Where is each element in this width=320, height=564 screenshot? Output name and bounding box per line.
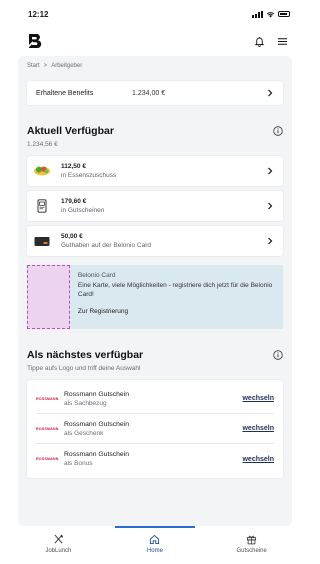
tab-joblunch[interactable]: JobLunch bbox=[18, 526, 98, 554]
rossmann-logo[interactable]: ROSSMANN bbox=[36, 397, 64, 401]
list-item-text: Rossmann Gutschein als Bonus bbox=[64, 451, 242, 467]
fork-knife-icon bbox=[54, 534, 63, 544]
phone-screen: 12:12 Start > Arbeitgeber Erhaltene Bene… bbox=[10, 0, 300, 564]
list-item: ROSSMANN Rossmann Gutschein als Sachbezu… bbox=[36, 384, 274, 414]
next-title: Als nächstes verfügbar bbox=[27, 349, 283, 361]
belonio-card-promo: Belonio Card Eine Karte, viele Möglichke… bbox=[27, 265, 283, 329]
app-header bbox=[10, 28, 300, 54]
available-list: 112,50 € in Essenszuschuss 179,60 € in G… bbox=[27, 156, 283, 256]
benefits-value: 1.234,00 € bbox=[132, 89, 166, 97]
info-icon[interactable] bbox=[273, 126, 283, 136]
voucher-kind: als Sachbezug bbox=[64, 399, 107, 407]
tab-gutscheine[interactable]: Gutscheine bbox=[212, 526, 292, 554]
voucher-name: Rossmann Gutschein bbox=[64, 420, 129, 428]
chevron-right-icon bbox=[268, 89, 273, 97]
home-icon bbox=[150, 534, 160, 544]
rossmann-logo[interactable]: ROSSMANN bbox=[36, 427, 64, 431]
voucher-name: Rossmann Gutschein bbox=[64, 390, 129, 398]
voucher-phone-icon bbox=[33, 199, 51, 213]
available-amount: 50,00 € bbox=[61, 233, 83, 240]
tab-home[interactable]: Home bbox=[114, 526, 195, 554]
available-item[interactable]: 179,60 € in Gutscheinen bbox=[27, 191, 283, 221]
bottom-tab-bar: JobLunch Home Gutscheine bbox=[10, 526, 300, 564]
menu-icon[interactable] bbox=[277, 36, 288, 47]
available-item[interactable]: 112,50 € in Essenszuschuss bbox=[27, 156, 283, 186]
available-item[interactable]: 50,00 € Guthaben auf der Belonio Card bbox=[27, 226, 283, 256]
chevron-right-icon bbox=[268, 167, 273, 175]
status-bar: 12:12 bbox=[10, 0, 300, 28]
available-description: Guthaben auf der Belonio Card bbox=[61, 242, 151, 249]
available-item-text: 112,50 € in Essenszuschuss bbox=[61, 163, 266, 179]
switch-link[interactable]: wechseln bbox=[242, 425, 274, 432]
tab-label: Gutscheine bbox=[236, 548, 267, 554]
promo-title: Belonio Card bbox=[77, 272, 116, 279]
next-title-text: Als nächstes verfügbar bbox=[27, 349, 144, 361]
next-subtitle: Tippe aufs Logo und triff deine Auswahl bbox=[27, 365, 141, 372]
signal-icon bbox=[252, 10, 263, 18]
promo-image-placeholder bbox=[27, 265, 70, 329]
promo-text: Belonio Card Eine Karte, viele Möglichke… bbox=[70, 265, 283, 329]
register-link[interactable]: Zur Registrierung bbox=[78, 308, 275, 317]
available-description: in Gutscheinen bbox=[61, 207, 105, 214]
switch-link[interactable]: wechseln bbox=[242, 456, 274, 463]
salad-bowl-icon bbox=[33, 164, 51, 178]
available-amount: 112,50 € bbox=[61, 163, 86, 170]
wifi-icon bbox=[266, 11, 275, 18]
main-content: Start > Arbeitgeber Erhaltene Benefits 1… bbox=[18, 56, 292, 526]
header-actions bbox=[254, 36, 288, 47]
available-title-text: Aktuell Verfügbar bbox=[27, 125, 114, 137]
tab-label: Home bbox=[146, 548, 163, 554]
promo-body: Eine Karte, viele Möglichkeiten - regist… bbox=[77, 281, 273, 298]
breadcrumb: Start > Arbeitgeber bbox=[27, 60, 283, 72]
chevron-right-icon bbox=[268, 237, 273, 245]
chevron-right-icon bbox=[268, 202, 273, 210]
available-item-text: 179,60 € in Gutscheinen bbox=[61, 198, 266, 214]
status-icons bbox=[252, 10, 290, 18]
voucher-kind: als Bonus bbox=[64, 460, 93, 467]
list-item: ROSSMANN Rossmann Gutschein als Bonus we… bbox=[36, 444, 274, 474]
list-item: ROSSMANN Rossmann Gutschein als Geschenk… bbox=[36, 414, 274, 444]
available-total: 1.234,56 € bbox=[27, 141, 58, 148]
breadcrumb-separator: > bbox=[43, 63, 48, 69]
voucher-name: Rossmann Gutschein bbox=[64, 451, 129, 458]
info-icon[interactable] bbox=[273, 350, 283, 360]
belonio-logo-icon[interactable] bbox=[28, 33, 42, 49]
list-item-text: Rossmann Gutschein als Geschenk bbox=[64, 421, 242, 437]
next-list: ROSSMANN Rossmann Gutschein als Sachbezu… bbox=[27, 380, 283, 478]
bell-icon[interactable] bbox=[254, 36, 265, 47]
card-icon bbox=[33, 234, 51, 248]
tab-label: JobLunch bbox=[45, 548, 72, 554]
benefits-label: Erhaltene Benefits bbox=[36, 89, 94, 97]
battery-icon bbox=[278, 11, 290, 17]
available-title: Aktuell Verfügbar bbox=[27, 125, 283, 137]
available-item-text: 50,00 € Guthaben auf der Belonio Card bbox=[61, 233, 266, 249]
voucher-kind: als Geschenk bbox=[64, 429, 104, 437]
available-amount: 179,60 € bbox=[61, 198, 87, 205]
benefits-card[interactable]: Erhaltene Benefits 1.234,00 € bbox=[27, 81, 283, 105]
gift-icon bbox=[247, 535, 257, 545]
breadcrumb-current: Arbeitgeber bbox=[51, 63, 83, 69]
status-time: 12:12 bbox=[28, 9, 49, 19]
list-item-text: Rossmann Gutschein als Sachbezug bbox=[64, 391, 242, 407]
breadcrumb-home[interactable]: Start bbox=[27, 63, 40, 69]
rossmann-logo[interactable]: ROSSMANN bbox=[36, 457, 64, 461]
switch-link[interactable]: wechseln bbox=[242, 395, 274, 402]
available-description: in Essenszuschuss bbox=[61, 172, 117, 179]
